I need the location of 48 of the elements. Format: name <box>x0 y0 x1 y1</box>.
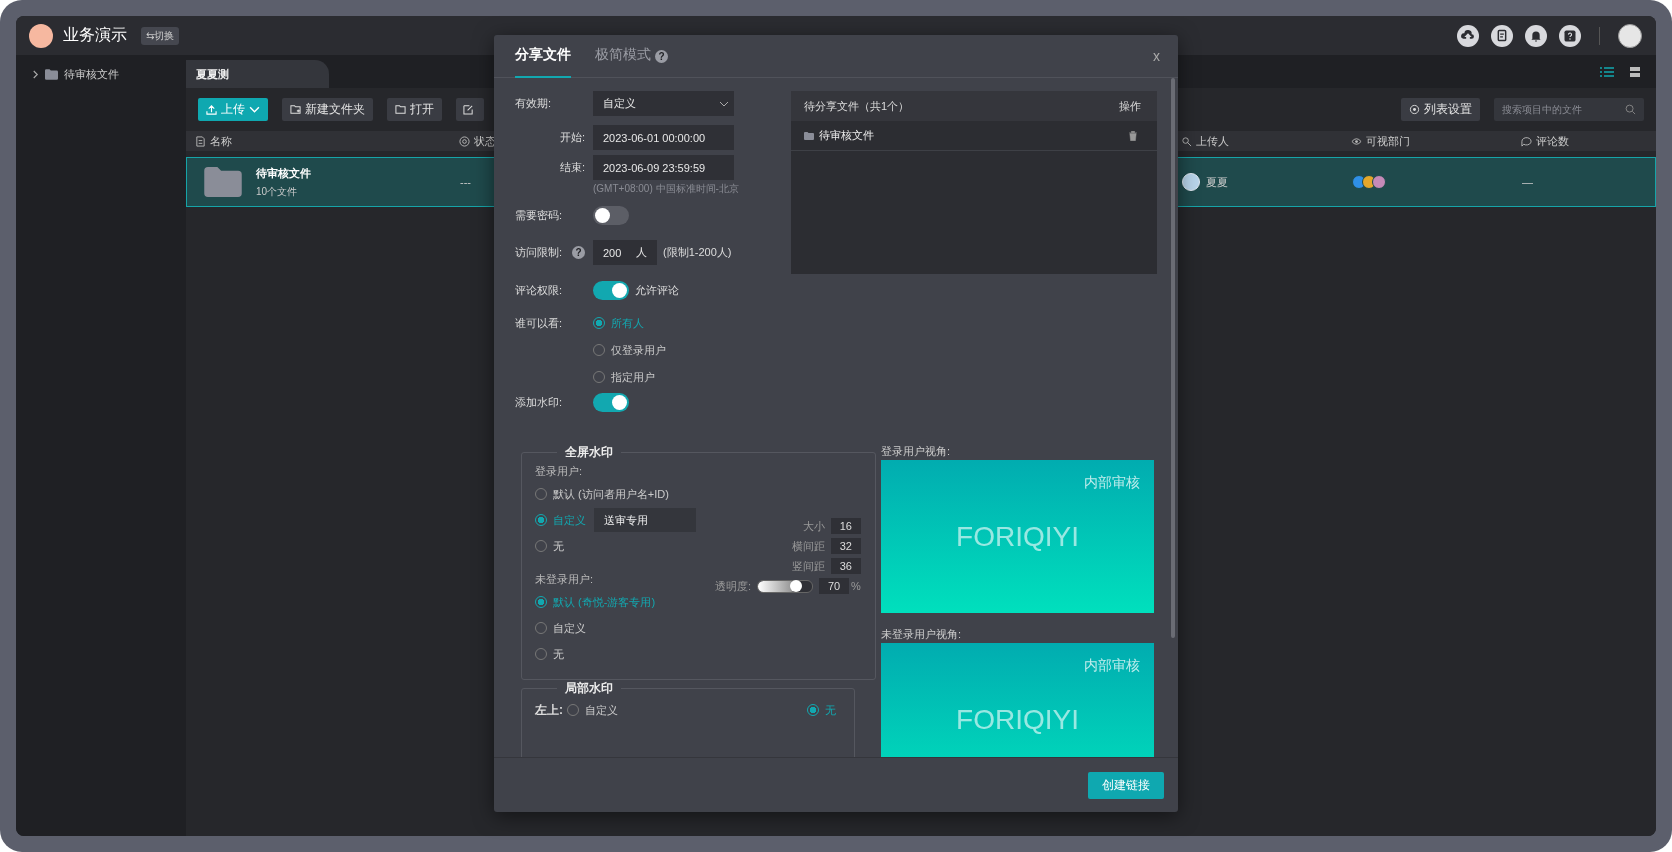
radio-label: 无 <box>553 538 564 554</box>
radio-label: 无 <box>553 646 564 662</box>
section-title: 局部水印 <box>564 680 614 697</box>
preview-label: 登录用户视角: <box>881 444 952 459</box>
field-label: 谁可以看: <box>515 315 564 331</box>
field-label: 有效期: <box>515 96 553 111</box>
radio-label: 自定义 <box>585 702 618 718</box>
radio-label: 自定义 <box>553 512 586 528</box>
radio-label: 无 <box>825 702 836 718</box>
sidebar-item-label: 待审核文件 <box>64 66 119 82</box>
radio-label: 所有人 <box>611 315 644 331</box>
app-title: 业务演示 <box>63 25 127 45</box>
file-name: 待审核文件 <box>256 165 311 181</box>
field-label: 访问限制: ? <box>515 245 593 260</box>
setting-label: 竖间距 <box>791 558 825 574</box>
section-title: 全屏水印 <box>564 444 614 461</box>
comment-count: — <box>1522 176 1533 188</box>
position-label: 左上: <box>535 701 563 719</box>
unit-label: % <box>851 580 861 592</box>
group-label: 登录用户: <box>535 463 584 479</box>
toggle-label: 允许评论 <box>635 282 679 298</box>
panel-title: 待分享文件（共1个） <box>804 98 910 114</box>
field-label: 评论权限: <box>515 282 564 298</box>
limit-note: (限制1-200人) <box>663 245 732 260</box>
group-label: 未登录用户: <box>535 571 595 587</box>
setting-label: 大小 <box>802 518 825 534</box>
radio-label: 仅登录用户 <box>611 342 666 358</box>
radio-label: 默认 (访问者用户名+ID) <box>553 486 669 502</box>
field-label: 结束: <box>558 160 586 175</box>
radio-label: 默认 (奇悦-游客专用) <box>553 594 656 610</box>
column-header: 操作 <box>1119 98 1141 114</box>
preview-label: 未登录用户视角: <box>881 627 963 642</box>
uploader-name: 夏夏 <box>1206 174 1228 190</box>
setting-label: 横间距 <box>791 538 825 554</box>
field-label: 开始: <box>558 130 586 145</box>
watermark-corner-text: 内部审核 <box>1084 474 1140 492</box>
setting-label: 透明度: <box>715 578 752 594</box>
watermark-corner-text: 内部审核 <box>1084 657 1140 675</box>
status-cell: --- <box>460 176 471 188</box>
watermark-logo-text: FORIQIYI <box>956 703 1079 736</box>
watermark-logo-text: FORIQIYI <box>956 520 1079 553</box>
field-label: 需要密码: <box>515 207 564 223</box>
timezone-note: (GMT+08:00) 中国标准时间-北京 <box>593 182 739 196</box>
radio-label: 自定义 <box>553 620 586 636</box>
field-label: 添加水印: <box>515 394 564 410</box>
radio-label: 指定用户 <box>611 369 655 385</box>
file-count: 10个文件 <box>256 184 299 199</box>
file-name: 待审核文件 <box>819 128 875 143</box>
